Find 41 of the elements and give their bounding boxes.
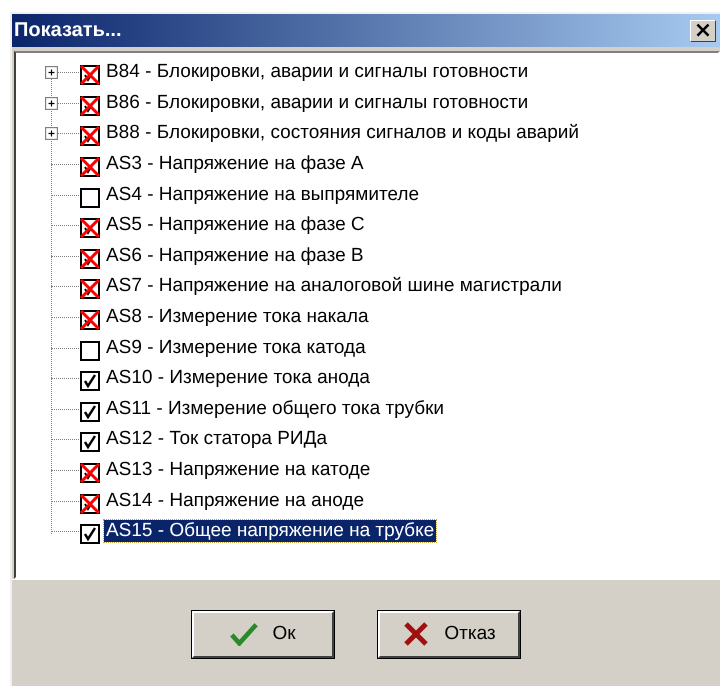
checkbox[interactable] bbox=[80, 65, 100, 86]
checkbox[interactable] bbox=[80, 432, 100, 452]
checkbox[interactable] bbox=[80, 494, 100, 514]
tree-item[interactable]: AS9 - Измерение тока катода bbox=[104, 336, 368, 359]
cross-icon bbox=[402, 622, 430, 646]
tree-item[interactable]: AS8 - Измерение тока накала bbox=[104, 306, 371, 328]
checkbox[interactable] bbox=[80, 96, 100, 116]
tree-item[interactable]: B86 - Блокировки, аварии и сигналы готовности bbox=[104, 92, 530, 114]
tree-item[interactable]: AS12 - Ток статора РИДа bbox=[104, 428, 330, 450]
window-title: Показать... bbox=[14, 19, 122, 42]
tree-item[interactable]: AS10 - Измерение тока анода bbox=[104, 367, 372, 390]
expand-icon[interactable] bbox=[45, 66, 58, 79]
tree-item[interactable]: AS14 - Напряжение на аноде bbox=[104, 490, 366, 512]
cancel-button[interactable]: Отказ bbox=[378, 610, 520, 658]
checkbox[interactable] bbox=[80, 157, 100, 178]
expand-icon[interactable] bbox=[45, 96, 58, 110]
tree-item[interactable]: AS7 - Напряжение на аналоговой шине магистрали bbox=[104, 275, 564, 298]
ok-button[interactable]: Ок bbox=[192, 610, 334, 658]
expand-icon[interactable] bbox=[45, 127, 58, 140]
checkbox[interactable] bbox=[80, 340, 100, 361]
tree-item[interactable]: AS4 - Напряжение на выпрямителе bbox=[104, 184, 422, 206]
tree-item[interactable]: AS11 - Измерение общего тока трубки bbox=[104, 398, 446, 420]
checkbox[interactable] bbox=[80, 188, 100, 208]
tree-item[interactable]: B88 - Блокировки, состояния сигналов и коды аварий bbox=[104, 122, 581, 144]
checkbox[interactable] bbox=[80, 279, 100, 300]
checkbox[interactable] bbox=[80, 218, 100, 238]
tree-item[interactable]: AS6 - Напряжение на фазе В bbox=[104, 244, 366, 267]
checkbox[interactable] bbox=[80, 524, 100, 544]
checkbox[interactable] bbox=[80, 371, 100, 392]
tree-item[interactable]: AS13 - Напряжение на катоде bbox=[104, 459, 372, 482]
tree-item[interactable]: AS5 - Напряжение на фазе С bbox=[104, 214, 367, 236]
checkbox[interactable] bbox=[80, 248, 100, 269]
close-button[interactable]: × bbox=[690, 20, 716, 42]
tree-item[interactable]: AS3 - Напряжение на фазе А bbox=[104, 153, 366, 176]
checkbox[interactable] bbox=[80, 126, 100, 146]
tree-item[interactable]: B84 - Блокировки, аварии и сигналы готовности bbox=[104, 61, 530, 84]
checkbox[interactable] bbox=[80, 463, 100, 484]
checkbox[interactable] bbox=[80, 402, 100, 422]
tree-item[interactable]: AS15 - Общее напряжение на трубке bbox=[104, 520, 436, 542]
checkbox[interactable] bbox=[80, 310, 100, 330]
checkmark-icon bbox=[230, 622, 258, 646]
